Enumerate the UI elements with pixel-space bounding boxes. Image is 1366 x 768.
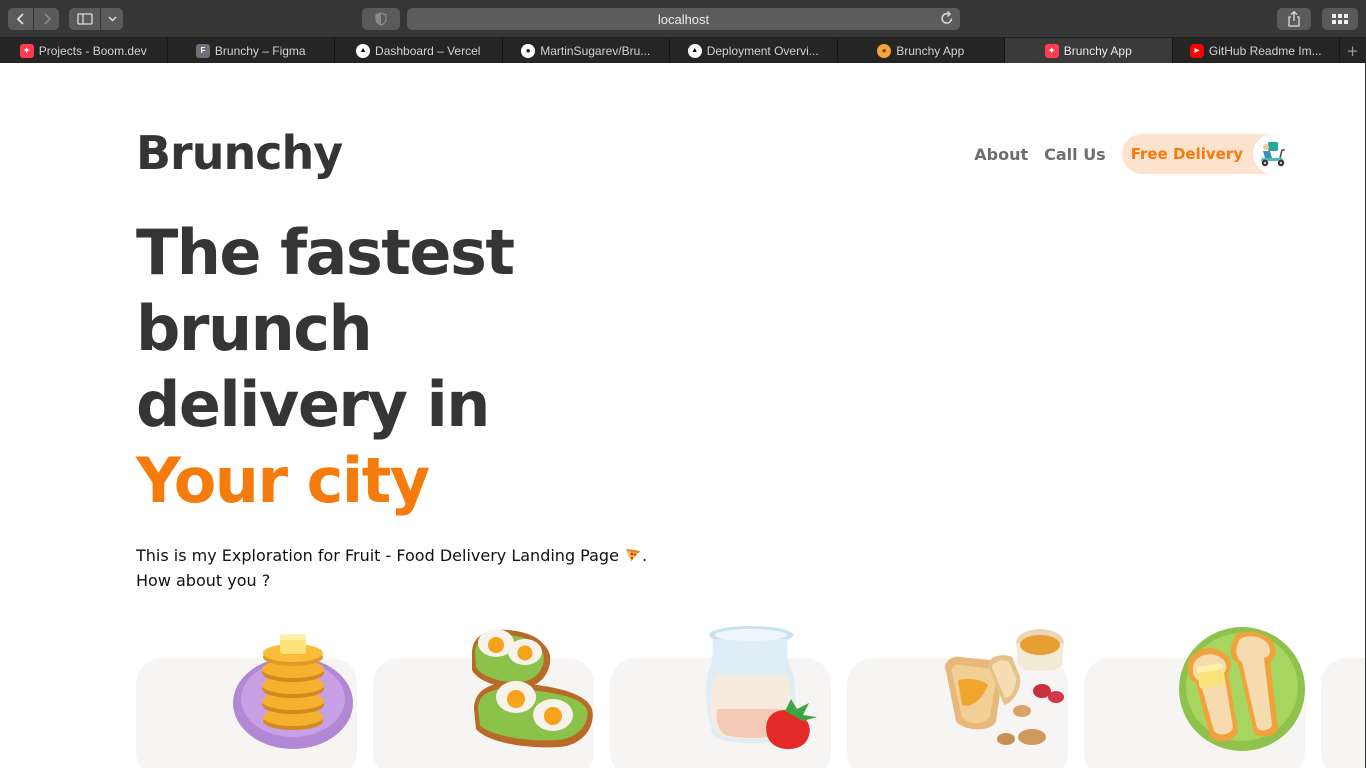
- forward-button[interactable]: [34, 8, 59, 30]
- chevron-down-icon: [107, 16, 117, 22]
- share-button[interactable]: [1277, 8, 1311, 30]
- chevron-left-icon: [16, 13, 24, 25]
- tab-label: Deployment Overvi...: [706, 43, 819, 58]
- shield-icon: [375, 12, 387, 26]
- delivery-scooter-icon: [1253, 134, 1293, 174]
- new-tab-button[interactable]: +: [1340, 38, 1365, 63]
- site-logo[interactable]: Brunchy: [136, 126, 343, 180]
- sidebar-toggle-button[interactable]: [69, 8, 100, 30]
- browser-tab[interactable]: ▲ Dashboard – Vercel: [335, 38, 503, 63]
- tab-label: Projects - Boom.dev: [38, 43, 147, 58]
- hero-line-2: brunch: [136, 292, 373, 365]
- intro-paragraph: This is my Exploration for Fruit - Food …: [136, 543, 647, 593]
- nav-about-link[interactable]: About: [974, 145, 1028, 164]
- back-button[interactable]: [8, 8, 33, 30]
- browser-toolbar: localhost: [0, 0, 1366, 38]
- intro-line-1: This is my Exploration for Fruit - Food …: [136, 546, 619, 565]
- toast-butter-plate-icon: [1179, 627, 1305, 751]
- share-icon: [1288, 11, 1300, 27]
- sidebar-icon: [76, 13, 93, 25]
- toast-peanut-butter-icon: [944, 629, 1064, 745]
- boom-icon: ✦: [1044, 43, 1059, 58]
- github-icon: ●: [521, 43, 536, 58]
- browser-tab[interactable]: ✦ Projects - Boom.dev: [0, 38, 168, 63]
- tab-label: Dashboard – Vercel: [375, 43, 481, 58]
- tab-label: Brunchy – Figma: [214, 43, 306, 58]
- url-text: localhost: [657, 11, 710, 27]
- figma-icon: F: [195, 43, 210, 58]
- intro-line-1-end: .: [642, 546, 648, 565]
- pancakes-icon: [233, 634, 353, 749]
- hero-line-3: delivery in: [136, 368, 490, 441]
- browser-tab[interactable]: ▲ Deployment Overvi...: [670, 38, 838, 63]
- avocado-toast-eggs-icon: [472, 629, 593, 748]
- tab-overview-button[interactable]: [1322, 8, 1358, 30]
- browser-tab-active[interactable]: ✦ Brunchy App: [1005, 38, 1173, 63]
- pancake-icon: ●: [877, 43, 892, 58]
- intro-line-2: How about you ?: [136, 571, 271, 590]
- plus-icon: +: [1346, 41, 1359, 60]
- browser-tab[interactable]: F Brunchy – Figma: [168, 38, 335, 63]
- chevron-right-icon: [43, 13, 51, 25]
- browser-tab[interactable]: ● Brunchy App: [838, 38, 1005, 63]
- tab-bar: ✦ Projects - Boom.dev F Brunchy – Figma …: [0, 38, 1366, 63]
- nav-call-us-link[interactable]: Call Us: [1044, 145, 1106, 164]
- address-bar[interactable]: localhost: [407, 8, 960, 30]
- grid-icon: [1332, 13, 1348, 24]
- tab-label: GitHub Readme Im...: [1208, 43, 1322, 58]
- hero-line-1: The fastest: [136, 216, 515, 289]
- youtube-icon: ▶: [1189, 43, 1204, 58]
- privacy-report-button[interactable]: [362, 8, 400, 30]
- pizza-icon: [626, 549, 641, 562]
- milk-strawberry-icon: [706, 626, 817, 750]
- reload-icon[interactable]: [940, 10, 954, 26]
- free-delivery-label: Free Delivery: [1130, 145, 1243, 163]
- boom-icon: ✦: [19, 43, 34, 58]
- page-viewport: Brunchy About Call Us Free Delivery The …: [0, 63, 1366, 768]
- site-nav: About Call Us Free Delivery: [974, 134, 1293, 174]
- hero-accent-line: Your city: [136, 444, 430, 517]
- vercel-icon: ▲: [356, 43, 371, 58]
- browser-tab[interactable]: ● MartinSugarev/Bru...: [503, 38, 670, 63]
- browser-tab[interactable]: ▶ GitHub Readme Im...: [1173, 38, 1340, 63]
- tab-label: Brunchy App: [896, 43, 965, 58]
- vercel-icon: ▲: [687, 43, 702, 58]
- sidebar-dropdown-button[interactable]: [101, 8, 123, 30]
- tab-label: Brunchy App: [1063, 43, 1132, 58]
- hero-heading: The fastest brunch delivery in Your city: [136, 215, 515, 519]
- menu-card[interactable]: [1321, 658, 1365, 768]
- tab-label: MartinSugarev/Bru...: [540, 43, 651, 58]
- free-delivery-button[interactable]: Free Delivery: [1121, 134, 1293, 174]
